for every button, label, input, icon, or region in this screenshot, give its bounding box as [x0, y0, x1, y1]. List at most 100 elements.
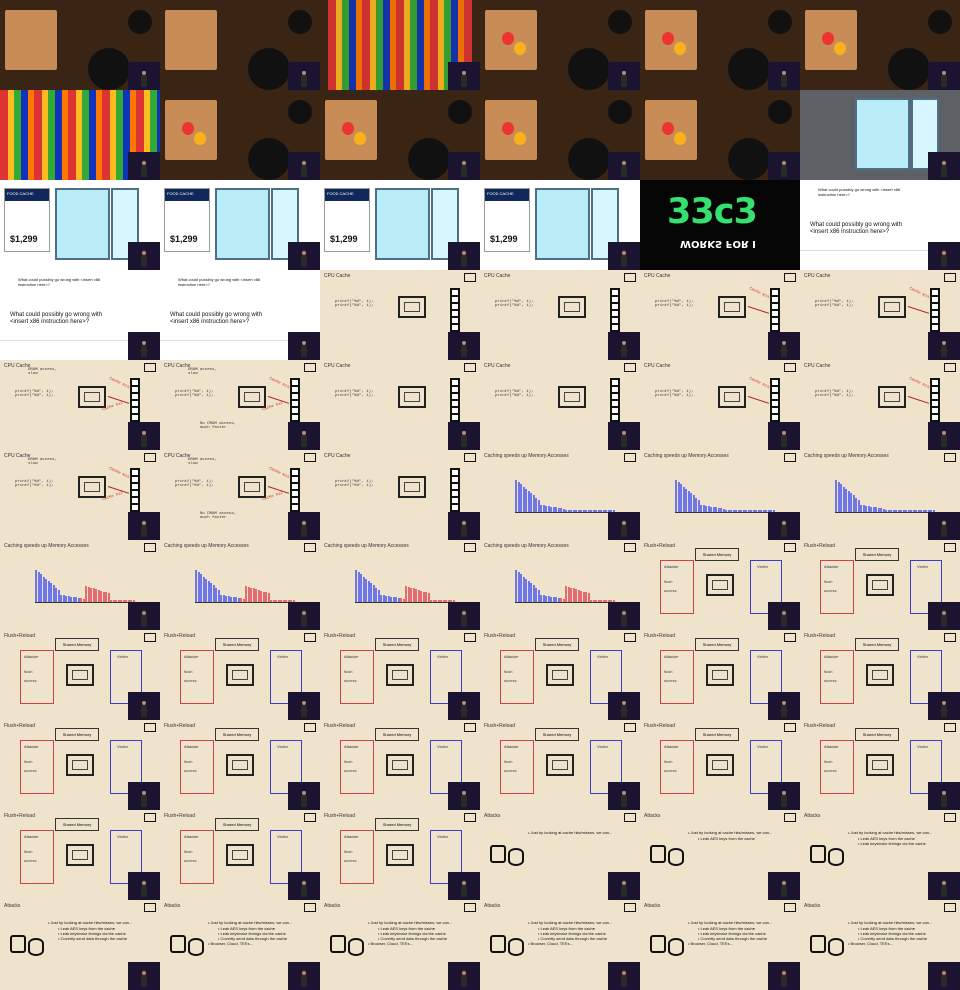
thumbnail-frame[interactable]: Flush+Reload Shared Memory Attacker Victim f…: [0, 630, 160, 720]
thumbnail-frame[interactable]: What could possibly go wrong with <inser…: [0, 270, 160, 360]
thumbnail-frame[interactable]: Flush+Reload Shared Memory Attacker Victim f…: [480, 720, 640, 810]
thumbnail-frame[interactable]: CPU Cache printf("%d", i); printf("%d", i…: [800, 360, 960, 450]
attacker-label: Attacker: [664, 654, 679, 659]
thumbnail-frame[interactable]: CPU Cache printf("%d", i); printf("%d", i…: [0, 360, 160, 450]
thumbnail-frame[interactable]: Flush+Reload Shared Memory Attacker Victim f…: [640, 630, 800, 720]
frying-pan: [248, 138, 290, 180]
victim-label: Victim: [917, 654, 928, 659]
conference-logo: [304, 543, 316, 552]
thumbnail-frame[interactable]: CPU Cache printf("%d", i); printf("%d", i…: [0, 450, 160, 540]
request-line: [747, 396, 770, 404]
conference-logo: [784, 453, 796, 462]
thumbnail-frame[interactable]: Flush+Reload Shared Memory Attacker Victim f…: [0, 810, 160, 900]
thumbnail-frame[interactable]: Flush+Reload Shared Memory Attacker Victim f…: [480, 630, 640, 720]
speaker-inset: [928, 692, 960, 720]
cpu-chip: [386, 844, 414, 866]
thumbnail-frame[interactable]: [800, 0, 960, 90]
thumbnail-frame[interactable]: Flush+Reload Shared Memory Attacker Victim f…: [320, 720, 480, 810]
histogram-plot: [35, 562, 140, 602]
thumbnail-frame[interactable]: Flush+Reload Shared Memory Attacker Victim f…: [800, 630, 960, 720]
thumbnail-frame[interactable]: Flush+Reload Shared Memory Attacker Victim f…: [320, 810, 480, 900]
histogram-axis: [515, 602, 620, 603]
thumbnail-frame[interactable]: Flush+Reload Shared Memory Attacker Victim f…: [160, 810, 320, 900]
thumbnail-frame[interactable]: Attacks • Just by looking at cache hits/m…: [800, 810, 960, 900]
thumbnail-frame[interactable]: Attacks • Just by looking at cache hits/m…: [640, 900, 800, 990]
cpu-chip: [718, 386, 746, 408]
thumbnail-frame[interactable]: Caching speeds up Memory Accesses: [480, 450, 640, 540]
thumbnail-frame[interactable]: Attacks • Just by looking at cache hits/m…: [0, 900, 160, 990]
thumbnail-frame[interactable]: [800, 90, 960, 180]
thumbnail-frame[interactable]: What could possibly go wrong with <inser…: [160, 270, 320, 360]
thumbnail-frame[interactable]: [640, 0, 800, 90]
thumbnail-frame[interactable]: Flush+Reload Shared Memory Attacker Victim f…: [0, 720, 160, 810]
thumbnail-frame[interactable]: [0, 90, 160, 180]
conference-logo: [464, 813, 476, 822]
thumbnail-frame[interactable]: Flush+Reload Shared Memory Attacker Victim f…: [640, 540, 800, 630]
access-label: access: [664, 588, 677, 593]
conference-logo: [304, 813, 316, 822]
request-line: [747, 306, 770, 314]
thumbnail-frame[interactable]: [480, 0, 640, 90]
thumbnail-frame[interactable]: Attacks • Just by looking at cache hits/m…: [640, 810, 800, 900]
cpu-chip: [66, 844, 94, 866]
price-tag-title: FOOD CACHE: [485, 189, 529, 201]
price-value: $1,299: [330, 234, 358, 244]
cache-miss-label: Cache miss: [908, 377, 932, 391]
thumbnail-frame[interactable]: Flush+Reload Shared Memory Attacker Victim f…: [320, 630, 480, 720]
thumbnail-frame[interactable]: Caching speeds up Memory Accesses: [320, 540, 480, 630]
thumbnail-frame[interactable]: FOOD CACHE $1,299: [160, 180, 320, 270]
bullet-main: • Just by looking at cache hits/misses, …: [528, 920, 613, 925]
thumbnail-frame[interactable]: [320, 90, 480, 180]
talk-title-small: What could possibly go wrong with <inser…: [18, 277, 101, 287]
thumbnail-frame[interactable]: Attacks • Just by looking at cache hits/m…: [160, 900, 320, 990]
thumbnail-frame[interactable]: Flush+Reload Shared Memory Attacker Victim f…: [160, 720, 320, 810]
thumbnail-frame[interactable]: [0, 0, 160, 90]
code-snippet: printf("%d", i); printf("%d", i);: [815, 390, 854, 398]
thumbnail-frame[interactable]: Attacks • Just by looking at cache hits/m…: [480, 900, 640, 990]
thumbnail-frame[interactable]: Caching speeds up Memory Accesses: [160, 540, 320, 630]
slide-title: Flush+Reload: [804, 723, 835, 729]
thumbnail-frame[interactable]: Caching speeds up Memory Accesses: [0, 540, 160, 630]
thumbnail-frame[interactable]: FOOD CACHE $1,299: [0, 180, 160, 270]
conference-logo: [464, 633, 476, 642]
price-tag: FOOD CACHE $1,299: [4, 188, 50, 252]
thumbnail-frame[interactable]: CPU Cache printf("%d", i); printf("%d", i…: [800, 270, 960, 360]
thumbnail-frame[interactable]: [480, 90, 640, 180]
lock-icon: [490, 935, 506, 953]
thumbnail-frame[interactable]: CPU Cache printf("%d", i); printf("%d", i…: [640, 360, 800, 450]
thumbnail-frame[interactable]: CPU Cache printf("%d", i); printf("%d", i…: [320, 450, 480, 540]
slide-title: CPU Cache: [164, 453, 191, 459]
talk-title-large: What could possibly go wrong with <inser…: [810, 222, 903, 235]
thumbnail-frame[interactable]: CPU Cache printf("%d", i); printf("%d", i…: [480, 360, 640, 450]
victim-label: Victim: [597, 654, 608, 659]
thumbnail-frame[interactable]: [160, 90, 320, 180]
thumbnail-frame[interactable]: Caching speeds up Memory Accesses: [640, 450, 800, 540]
thumbnail-frame[interactable]: CPU Cache printf("%d", i); printf("%d", i…: [640, 270, 800, 360]
thumbnail-frame[interactable]: 33c3 WORKS FOR I: [640, 180, 800, 270]
thumbnail-frame[interactable]: CPU Cache printf("%d", i); printf("%d", i…: [160, 360, 320, 450]
thumbnail-frame[interactable]: Attacks • Just by looking at cache hits/m…: [320, 900, 480, 990]
thumbnail-frame[interactable]: Flush+Reload Shared Memory Attacker Victim f…: [800, 540, 960, 630]
thumbnail-frame[interactable]: CPU Cache printf("%d", i); printf("%d", i…: [160, 450, 320, 540]
thumbnail-frame[interactable]: Caching speeds up Memory Accesses: [480, 540, 640, 630]
thumbnail-frame[interactable]: Attacks • Just by looking at cache hits/m…: [480, 810, 640, 900]
thumbnail-frame[interactable]: [640, 90, 800, 180]
thumbnail-frame[interactable]: Flush+Reload Shared Memory Attacker Victim f…: [160, 630, 320, 720]
thumbnail-frame[interactable]: What could possibly go wrong with <inser…: [800, 180, 960, 270]
shared-memory-box: Shared Memory: [535, 638, 579, 651]
cpu-chip: [78, 476, 106, 498]
thumbnail-frame[interactable]: CPU Cache printf("%d", i); printf("%d", i…: [320, 360, 480, 450]
database-icon: [508, 938, 524, 956]
thumbnail-frame[interactable]: [320, 0, 480, 90]
thumbnail-frame[interactable]: Caching speeds up Memory Accesses: [800, 450, 960, 540]
thumbnail-frame[interactable]: Attacks • Just by looking at cache hits/m…: [800, 900, 960, 990]
shared-memory-box: Shared Memory: [215, 818, 259, 831]
thumbnail-frame[interactable]: FOOD CACHE $1,299: [320, 180, 480, 270]
thumbnail-frame[interactable]: Flush+Reload Shared Memory Attacker Victim f…: [800, 720, 960, 810]
thumbnail-frame[interactable]: [160, 0, 320, 90]
thumbnail-frame[interactable]: Flush+Reload Shared Memory Attacker Victim f…: [640, 720, 800, 810]
shared-memory-box: Shared Memory: [855, 728, 899, 741]
thumbnail-frame[interactable]: CPU Cache printf("%d", i); printf("%d", i…: [480, 270, 640, 360]
thumbnail-frame[interactable]: CPU Cache printf("%d", i); printf("%d", i…: [320, 270, 480, 360]
thumbnail-frame[interactable]: FOOD CACHE $1,299: [480, 180, 640, 270]
